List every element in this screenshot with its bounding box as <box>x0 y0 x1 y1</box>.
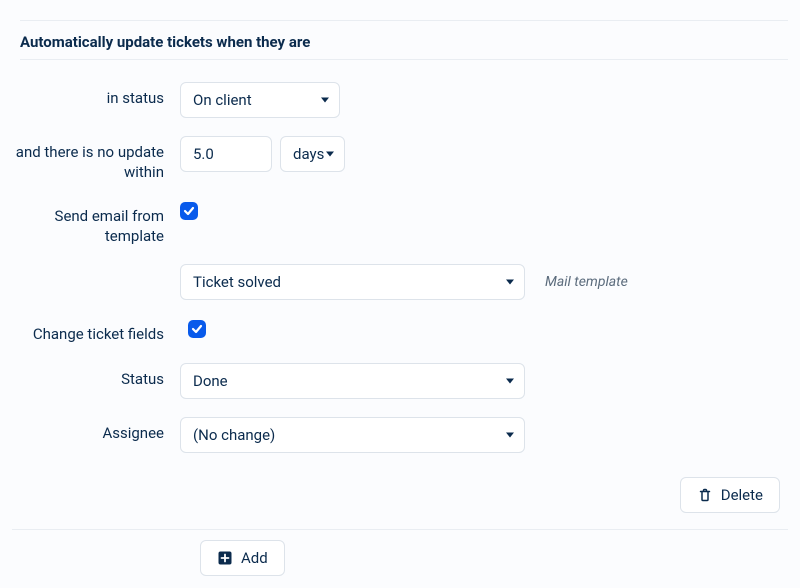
label-send-email: Send email from template <box>12 200 180 246</box>
assignee-select[interactable]: (No change) <box>180 417 525 453</box>
no-update-value-input[interactable]: 5.0 <box>180 136 272 172</box>
check-icon <box>183 205 195 217</box>
trash-icon <box>697 487 713 503</box>
row-send-email: Send email from template <box>12 200 788 246</box>
status-select[interactable]: Done <box>180 363 525 399</box>
assignee-value: (No change) <box>193 426 275 444</box>
delete-button-label: Delete <box>721 486 763 504</box>
in-status-value: On client <box>193 91 252 109</box>
plus-icon <box>217 550 233 566</box>
status-value: Done <box>193 372 228 390</box>
chevron-down-icon <box>326 152 334 157</box>
add-button[interactable]: Add <box>200 540 285 576</box>
chevron-down-icon <box>506 432 514 437</box>
no-update-unit: days <box>293 145 324 163</box>
add-button-label: Add <box>241 549 268 567</box>
row-assignee: Assignee (No change) <box>12 417 788 453</box>
row-mail-template: Ticket solved Mail template <box>12 264 788 300</box>
section-header: Automatically update tickets when they a… <box>20 20 788 60</box>
no-update-unit-select[interactable]: days <box>280 136 345 172</box>
row-status: Status Done <box>12 363 788 399</box>
label-status: Status <box>12 363 180 390</box>
delete-button[interactable]: Delete <box>680 477 780 513</box>
add-row: Add <box>12 540 788 576</box>
row-no-update: and there is no update within 5.0 days <box>12 136 788 182</box>
row-change-fields: Change ticket fields <box>12 318 788 345</box>
mail-template-select[interactable]: Ticket solved <box>180 264 525 300</box>
label-in-status: in status <box>12 82 180 109</box>
chevron-down-icon <box>506 378 514 383</box>
mail-template-hint: Mail template <box>545 274 628 290</box>
send-email-checkbox[interactable] <box>180 202 198 220</box>
change-fields-checkbox[interactable] <box>188 320 206 338</box>
mail-template-value: Ticket solved <box>193 273 281 291</box>
in-status-select[interactable]: On client <box>180 82 340 118</box>
label-mail-template-empty <box>12 264 180 271</box>
label-assignee: Assignee <box>12 417 180 444</box>
label-no-update: and there is no update within <box>12 136 180 182</box>
rule-footer: Delete <box>12 471 788 530</box>
chevron-down-icon <box>506 280 514 285</box>
no-update-value: 5.0 <box>193 145 214 163</box>
label-change-fields: Change ticket fields <box>12 318 188 345</box>
check-icon <box>191 323 203 335</box>
automation-rule-panel: Automatically update tickets when they a… <box>0 0 800 588</box>
row-in-status: in status On client <box>12 82 788 118</box>
chevron-down-icon <box>321 98 329 103</box>
